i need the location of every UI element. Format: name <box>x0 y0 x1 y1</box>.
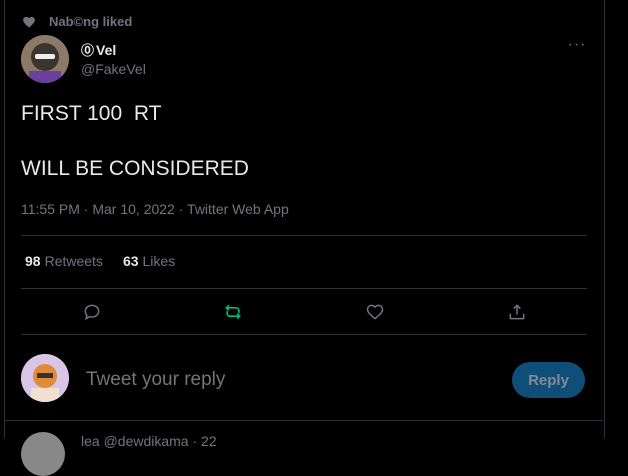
divider <box>21 288 587 289</box>
social-context-text: Nab©ng liked <box>49 14 133 29</box>
heart-filled-icon <box>23 16 35 28</box>
divider <box>21 334 587 335</box>
like-icon[interactable] <box>363 300 387 324</box>
author-name-text: Vel <box>96 41 117 58</box>
author-handle[interactable]: @FakeVel <box>81 61 146 77</box>
next-tweet-preview[interactable]: lea @dewdikama · 22 <box>81 433 217 449</box>
divider <box>4 420 603 421</box>
tweet-metadata: 11:55 PMMar 10, 2022Twitter Web App <box>21 201 289 217</box>
tweet-text-line-2: WILL BE CONSIDERED <box>21 157 249 180</box>
tweet-stats: 98 Retweets 63 Likes <box>25 253 195 269</box>
tweet-text-line-1: FIRST 100 RT <box>21 102 162 125</box>
tweet-date[interactable]: Mar 10, 2022 <box>80 201 175 217</box>
tweet-time[interactable]: 11:55 PM <box>21 201 80 217</box>
likes-stat[interactable]: 63 Likes <box>123 253 175 269</box>
reply-input[interactable] <box>84 368 488 392</box>
current-user-avatar[interactable] <box>21 354 69 402</box>
retweets-label: Retweets <box>44 253 103 269</box>
retweets-count: 98 <box>25 253 41 269</box>
reply-button[interactable]: Reply <box>512 362 585 398</box>
retweets-stat[interactable]: 98 Retweets <box>25 253 103 269</box>
likes-label: Likes <box>142 253 176 269</box>
divider <box>21 235 587 236</box>
social-context: Nab©ng liked <box>22 14 132 29</box>
share-icon[interactable] <box>505 300 529 324</box>
retweet-icon[interactable] <box>221 300 245 324</box>
author-name-mark: ⓪ <box>81 43 95 58</box>
more-options-icon[interactable]: ··· <box>566 37 588 56</box>
author-name[interactable]: ⓪ Vel <box>81 40 116 59</box>
likes-count: 63 <box>122 253 139 269</box>
author-avatar[interactable] <box>21 35 69 83</box>
tweet-source[interactable]: Twitter Web App <box>175 201 289 217</box>
tweet-actions-bar <box>21 298 587 328</box>
reply-icon[interactable] <box>80 300 104 324</box>
